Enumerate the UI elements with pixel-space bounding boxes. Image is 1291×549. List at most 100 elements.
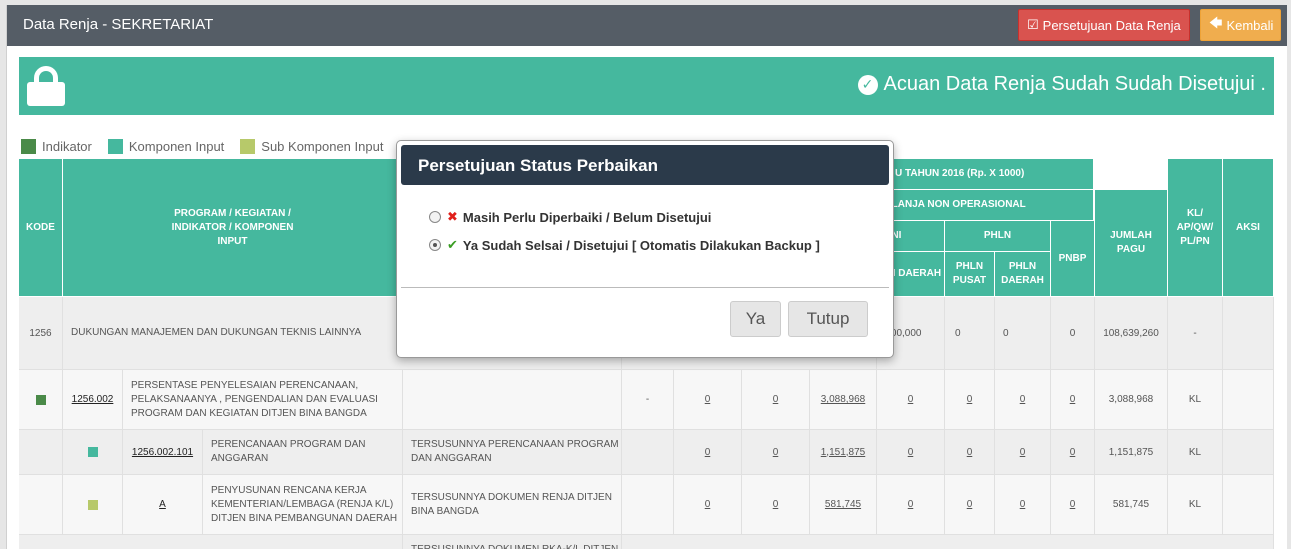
row3-sasaran — [622, 430, 674, 475]
header-phln-pusat: PHLN PUSAT — [945, 252, 995, 297]
row1-jumlah: 108,639,260 — [1095, 297, 1168, 370]
radio-not-approved[interactable] — [429, 211, 441, 223]
row4-kl: KL — [1168, 475, 1223, 535]
row2-val-e[interactable]: 0 — [945, 370, 995, 430]
legend-label: Sub Komponen Input — [261, 139, 384, 154]
row4-jumlah: 581,745 — [1095, 475, 1168, 535]
yes-button[interactable]: Ya — [730, 301, 781, 337]
arrow-left-icon: 🡄 — [1209, 15, 1223, 30]
row4-name: PENYUSUNAN RENCANA KERJA KEMENTERIAN/LEM… — [203, 475, 403, 535]
row2-aksi — [1223, 370, 1274, 430]
check-icon: ✔ — [447, 237, 458, 252]
legend-label: Indikator — [42, 139, 92, 154]
option-not-approved-label: Masih Perlu Diperbaiki / Belum Disetujui — [462, 209, 712, 225]
row3-val-e[interactable]: 0 — [945, 430, 995, 475]
row1-phln-daerah: 0 — [995, 297, 1051, 370]
row2-val-b[interactable]: 0 — [742, 370, 810, 430]
row2-val-g[interactable]: 0 — [1051, 370, 1095, 430]
row2-val-d[interactable]: 0 — [877, 370, 945, 430]
row3-code-link[interactable]: 1256.002.101 — [132, 447, 193, 458]
option-approved-label: Ya Sudah Selsai / Disetujui [ Otomatis D… — [462, 237, 820, 253]
row4-val-a[interactable]: 0 — [674, 475, 742, 535]
row4-val-e[interactable]: 0 — [945, 475, 995, 535]
legend-swatch — [21, 139, 36, 154]
row4-blank — [19, 475, 63, 535]
legend-swatch — [107, 139, 123, 154]
header-phln-daerah: PHLN DAERAH — [995, 252, 1051, 297]
row3-blank — [19, 430, 63, 475]
sub-komponen-square-icon — [87, 499, 98, 510]
row4-output: TERSUSUNNYA DOKUMEN RENJA DITJEN BINA BA… — [403, 475, 622, 535]
approve-renja-button[interactable]: ☑ Persetujuan Data Renja — [1018, 9, 1190, 41]
komponen-square-icon — [87, 447, 98, 457]
cross-icon: ✖ — [447, 209, 458, 224]
row3-val-g[interactable]: 0 — [1051, 430, 1095, 475]
row4-val-c[interactable]: 581,745 — [810, 475, 877, 535]
legend-item-indikator: Indikator — [21, 139, 92, 154]
row2-code-cell: 1256.002 — [63, 370, 123, 430]
row1-code: 1256 — [19, 297, 63, 370]
header-phln: PHLN — [945, 221, 1051, 252]
row1-phln-pusat: 0 — [945, 297, 995, 370]
status-banner: ✓ Acuan Data Renja Sudah Sudah Disetujui… — [19, 57, 1274, 115]
header-program: PROGRAM / KEGIATAN / INDIKATOR / KOMPONE… — [63, 159, 403, 297]
row1-kl: - — [1168, 297, 1223, 370]
legend-label: Komponen Input — [128, 139, 225, 154]
row4-code-link[interactable]: A — [159, 499, 166, 510]
row3-val-f[interactable]: 0 — [995, 430, 1051, 475]
row5-blank — [19, 535, 403, 549]
row2-marker — [19, 370, 63, 430]
option-approved[interactable]: ✔ Ya Sudah Selsai / Disetujui [ Otomatis… — [429, 237, 820, 253]
row2-val-f[interactable]: 0 — [995, 370, 1051, 430]
row4-sasaran — [622, 475, 674, 535]
row4-val-g[interactable]: 0 — [1051, 475, 1095, 535]
row2-output — [403, 370, 622, 430]
row3-aksi — [1223, 430, 1274, 475]
row2-val-c[interactable]: 3,088,968 — [810, 370, 877, 430]
modal-title: Persetujuan Status Perbaikan — [401, 145, 889, 185]
legend-item-sub-komponen: Sub Komponen Input — [240, 139, 383, 154]
header-jumlah-pagu: JUMLAH PAGU — [1095, 190, 1168, 297]
row3-jumlah: 1,151,875 — [1095, 430, 1168, 475]
row3-name: PERENCANAAN PROGRAM DAN ANGGARAN — [203, 430, 403, 475]
row2-name: PERSENTASE PENYELESAIAN PERENCANAAN, PEL… — [123, 370, 403, 430]
modal-divider — [401, 287, 889, 288]
header-kode: KODE — [19, 159, 63, 297]
row2-val-a[interactable]: 0 — [674, 370, 742, 430]
page-title: Data Renja - SEKRETARIAT — [23, 16, 214, 33]
row4-val-b[interactable]: 0 — [742, 475, 810, 535]
edit-check-icon: ☑ — [1027, 17, 1039, 32]
approval-modal: Persetujuan Status Perbaikan ✖ Masih Per… — [396, 140, 894, 358]
radio-approved[interactable] — [429, 239, 441, 251]
row5-output: TERSUSUNNYA DOKUMEN RKA-K/L DITJEN — [403, 535, 622, 549]
indikator-square-icon — [35, 394, 46, 405]
row3-marker — [63, 430, 123, 475]
banner-text: Acuan Data Renja Sudah Sudah Disetujui . — [883, 73, 1266, 95]
row1-pnbp: 0 — [1051, 297, 1095, 370]
row5-rest — [622, 535, 1274, 549]
legend-swatch — [240, 139, 256, 154]
back-button[interactable]: 🡄 Kembali — [1200, 9, 1281, 41]
back-label: Kembali — [1226, 17, 1274, 33]
row3-code-cell: 1256.002.101 — [123, 430, 203, 475]
legend-item-komponen: Komponen Input — [107, 139, 225, 154]
option-not-approved[interactable]: ✖ Masih Perlu Diperbaiki / Belum Disetuj… — [429, 209, 711, 225]
banner-message: ✓ Acuan Data Renja Sudah Sudah Disetujui… — [857, 73, 1266, 96]
row2-jumlah: 3,088,968 — [1095, 370, 1168, 430]
row3-val-b[interactable]: 0 — [742, 430, 810, 475]
row4-aksi — [1223, 475, 1274, 535]
row3-val-d[interactable]: 0 — [877, 430, 945, 475]
row4-val-f[interactable]: 0 — [995, 475, 1051, 535]
row3-kl: KL — [1168, 430, 1223, 475]
row4-val-d[interactable]: 0 — [877, 475, 945, 535]
close-button[interactable]: Tutup — [788, 301, 868, 337]
row3-output: TERSUSUNNYA PERENCANAAN PROGRAM DAN ANGG… — [403, 430, 622, 475]
row3-val-c[interactable]: 1,151,875 — [810, 430, 877, 475]
header-aksi: AKSI — [1223, 159, 1274, 297]
row2-code-link[interactable]: 1256.002 — [72, 394, 114, 405]
header-kl: KL/ AP/QW/ PL/PN — [1168, 159, 1223, 297]
row4-code-cell: A — [123, 475, 203, 535]
top-bar: Data Renja - SEKRETARIAT ☑ Persetujuan D… — [7, 5, 1287, 46]
check-circle-icon: ✓ — [857, 74, 878, 95]
row3-val-a[interactable]: 0 — [674, 430, 742, 475]
